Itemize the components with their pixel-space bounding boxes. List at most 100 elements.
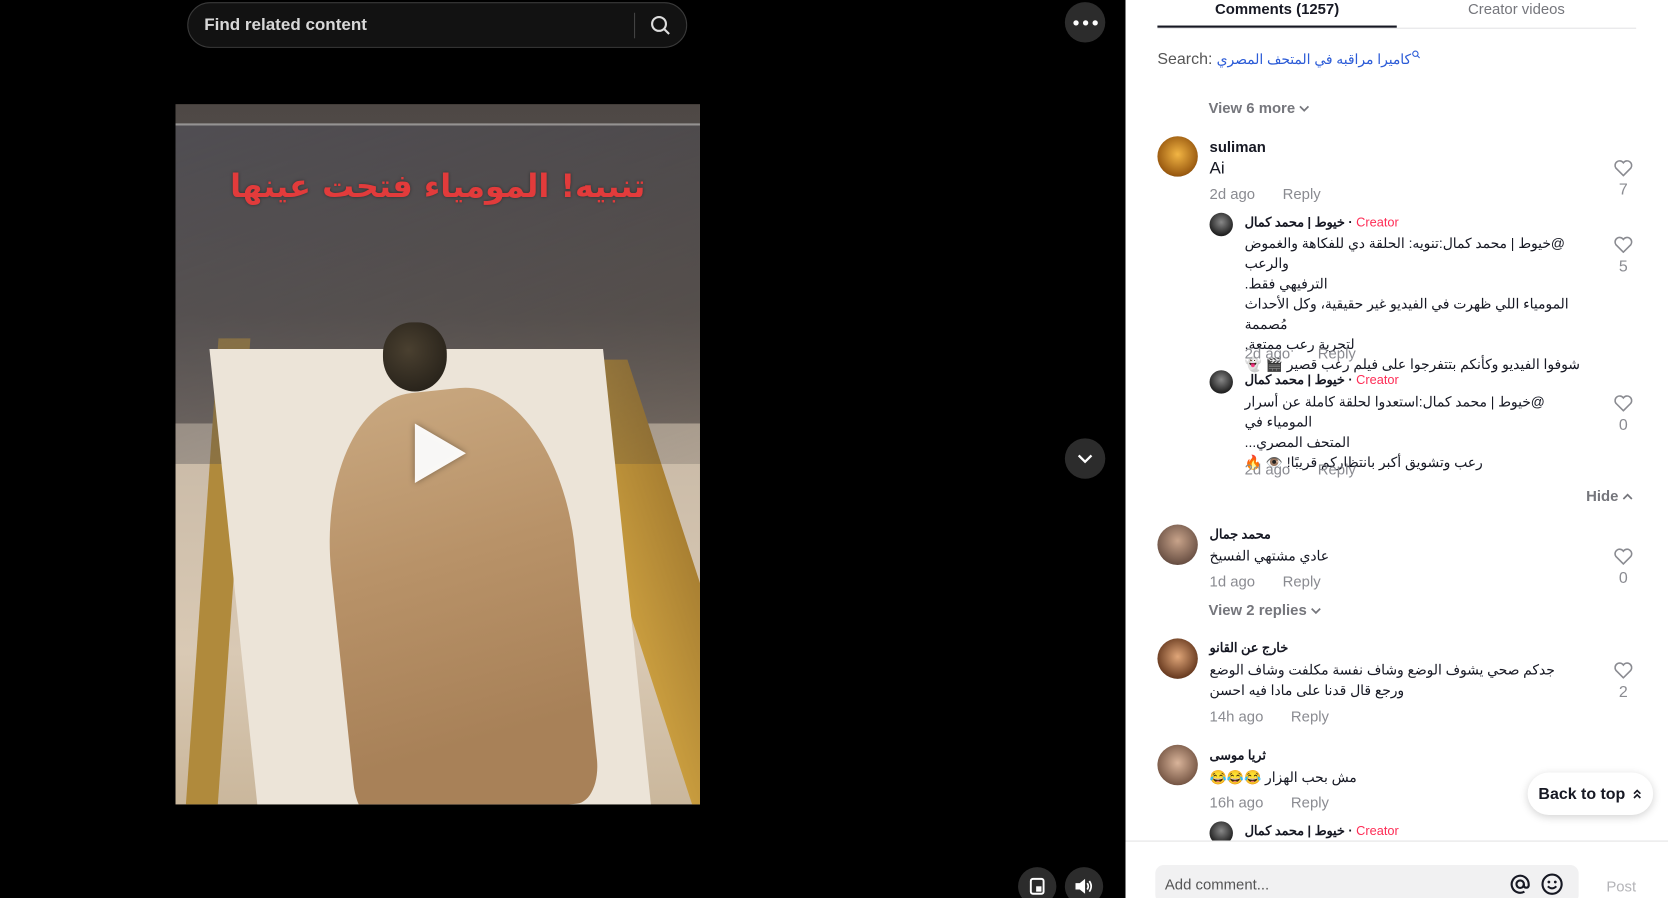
more-options-icon[interactable] <box>1064 2 1106 43</box>
avatar[interactable] <box>1209 370 1233 394</box>
reply-button[interactable]: Reply <box>1283 185 1321 202</box>
reply-username[interactable]: خيوط | محمد كمال · Creator <box>1245 215 1399 230</box>
mention-icon[interactable] <box>1510 874 1531 895</box>
heart-icon[interactable] <box>1614 662 1633 679</box>
creator-badge: Creator <box>1356 372 1399 388</box>
search-suggestion-label: Search: <box>1157 50 1213 69</box>
next-video-chevron-icon[interactable] <box>1064 438 1106 479</box>
comment-time: 2d ago <box>1209 185 1256 203</box>
reply-time: 2d ago <box>1244 344 1291 362</box>
comment-meta: 1d ago Reply <box>1210 572 1321 589</box>
reply-username-text[interactable]: خيوط | محمد كمال <box>1245 372 1345 387</box>
mummy-head <box>382 322 447 392</box>
comment-text: جدكم صحي يشوف الوضع وشاف نفسة مكلفت وشاف… <box>1209 661 1555 698</box>
search-suggestion: Search: كاميرا مراقبه في المتحف المصري <box>1157 50 1421 69</box>
like-count: 5 <box>1618 257 1628 276</box>
comment-username[interactable]: محمد جمال <box>1210 527 1271 542</box>
reply-button[interactable]: Reply <box>1318 345 1356 362</box>
reply-line: الترفيهي فقط. <box>1244 275 1328 292</box>
like-count: 0 <box>1618 416 1628 435</box>
reply-line: المومياء اللي ظهرت في الفيديو غير حقيقية… <box>1244 295 1569 332</box>
reply-line: المتحف المصري... <box>1244 434 1350 451</box>
like-count: 0 <box>1618 569 1628 588</box>
pip-icon[interactable] <box>1018 867 1057 898</box>
like-control[interactable]: 2 <box>1607 662 1639 701</box>
post-button[interactable]: Post <box>1606 878 1636 895</box>
comment-time: 14h ago <box>1209 707 1264 725</box>
comment-meta: 14h ago Reply <box>1210 708 1329 725</box>
view-replies-label: View 2 replies <box>1208 601 1307 619</box>
video-caption-overlay: تنبيه! المومياء فتحت عينها <box>230 168 646 206</box>
separator-dot: · <box>1348 823 1353 839</box>
comment-username[interactable]: خارج عن القانو <box>1210 641 1289 656</box>
creator-badge: Creator <box>1356 214 1399 230</box>
comment-username[interactable]: ثريا موسى <box>1210 748 1266 763</box>
heart-icon[interactable] <box>1614 395 1633 412</box>
avatar[interactable] <box>1157 638 1198 679</box>
like-control[interactable]: 0 <box>1607 548 1639 587</box>
reply-button[interactable]: Reply <box>1291 708 1329 725</box>
avatar[interactable] <box>1157 744 1198 786</box>
like-control[interactable]: 7 <box>1607 160 1639 199</box>
comment-bar: Add comment... Post <box>1125 840 1668 898</box>
comment-username[interactable]: suliman <box>1210 138 1266 155</box>
like-control[interactable]: 5 <box>1607 236 1639 276</box>
panel-tabs: Comments (1257) Creator videos <box>1157 0 1637 29</box>
reply-button[interactable]: Reply <box>1283 572 1321 589</box>
avatar[interactable] <box>1157 524 1198 565</box>
back-to-top-button[interactable]: Back to top <box>1527 772 1654 816</box>
comment-text: عادي مشتهي الفسيخ <box>1209 547 1329 564</box>
video-area: Find related content تنبيه! المومياء فتح… <box>0 0 1126 898</box>
view-replies-button[interactable]: View 2 replies <box>1208 601 1322 619</box>
avatar[interactable] <box>1157 136 1198 177</box>
view-more-label: View 6 more <box>1208 98 1296 116</box>
comments-panel: Comments (1257) Creator videos Search: ك… <box>1125 0 1668 898</box>
hide-replies-button[interactable]: Hide <box>1586 487 1633 504</box>
creator-badge: Creator <box>1356 823 1399 839</box>
reply-username-text[interactable]: خيوط | محمد كمال <box>1245 824 1345 839</box>
comment-text: Ai <box>1209 159 1225 178</box>
add-comment-input[interactable]: Add comment... <box>1155 865 1579 898</box>
reply-username[interactable]: خيوط | محمد كمال · Creator <box>1245 824 1399 839</box>
heart-icon[interactable] <box>1614 236 1633 254</box>
reply-line: @خيوط | محمد كمال:استعدوا لحلقة كاملة عن… <box>1244 393 1545 430</box>
search-input[interactable]: Find related content <box>188 15 634 34</box>
tab-creator-videos[interactable]: Creator videos <box>1397 0 1636 28</box>
reply-username[interactable]: خيوط | محمد كمال · Creator <box>1245 372 1399 387</box>
comment-time: 16h ago <box>1209 793 1264 811</box>
reply-time: 2d ago <box>1244 460 1291 478</box>
related-search-bar[interactable]: Find related content <box>187 2 688 48</box>
reply-meta: 2d ago Reply <box>1245 345 1356 362</box>
back-to-top-label: Back to top <box>1538 784 1626 803</box>
search-icon[interactable] <box>635 14 686 35</box>
avatar[interactable] <box>1209 212 1233 237</box>
add-comment-placeholder: Add comment... <box>1164 875 1270 893</box>
like-count: 7 <box>1618 180 1628 199</box>
tab-comments[interactable]: Comments (1257) <box>1157 0 1397 28</box>
comment-time: 1d ago <box>1209 572 1256 590</box>
reply-meta: 2d ago Reply <box>1245 461 1356 478</box>
reply-username-text[interactable]: خيوط | محمد كمال <box>1245 215 1345 230</box>
reply-line: @خيوط | محمد كمال:تنويه: الحلقة دي للفكا… <box>1244 235 1565 272</box>
emoji-icon[interactable] <box>1540 872 1563 895</box>
chevron-down-icon <box>1299 105 1310 112</box>
comment-meta: 16h ago Reply <box>1210 794 1329 811</box>
like-control[interactable]: 0 <box>1607 395 1639 434</box>
heart-icon[interactable] <box>1614 548 1633 566</box>
heart-icon[interactable] <box>1614 160 1633 177</box>
reply-button[interactable]: Reply <box>1291 794 1329 811</box>
view-more-replies-button[interactable]: View 6 more <box>1208 98 1310 116</box>
chevron-down-icon <box>1311 608 1322 615</box>
reply-button[interactable]: Reply <box>1318 461 1356 478</box>
comment-meta: 2d ago Reply <box>1210 185 1321 202</box>
separator-dot: · <box>1348 214 1353 230</box>
search-suggestion-link[interactable]: كاميرا مراقبه في المتحف المصري <box>1217 51 1411 68</box>
double-chevron-up-icon <box>1633 789 1641 799</box>
video-player[interactable]: تنبيه! المومياء فتحت عينها <box>175 104 700 805</box>
hide-label: Hide <box>1586 487 1619 505</box>
search-small-icon <box>1412 50 1421 58</box>
chevron-up-icon <box>1623 493 1633 500</box>
volume-icon[interactable] <box>1064 867 1104 898</box>
play-icon[interactable] <box>414 423 466 484</box>
like-count: 2 <box>1618 683 1628 702</box>
